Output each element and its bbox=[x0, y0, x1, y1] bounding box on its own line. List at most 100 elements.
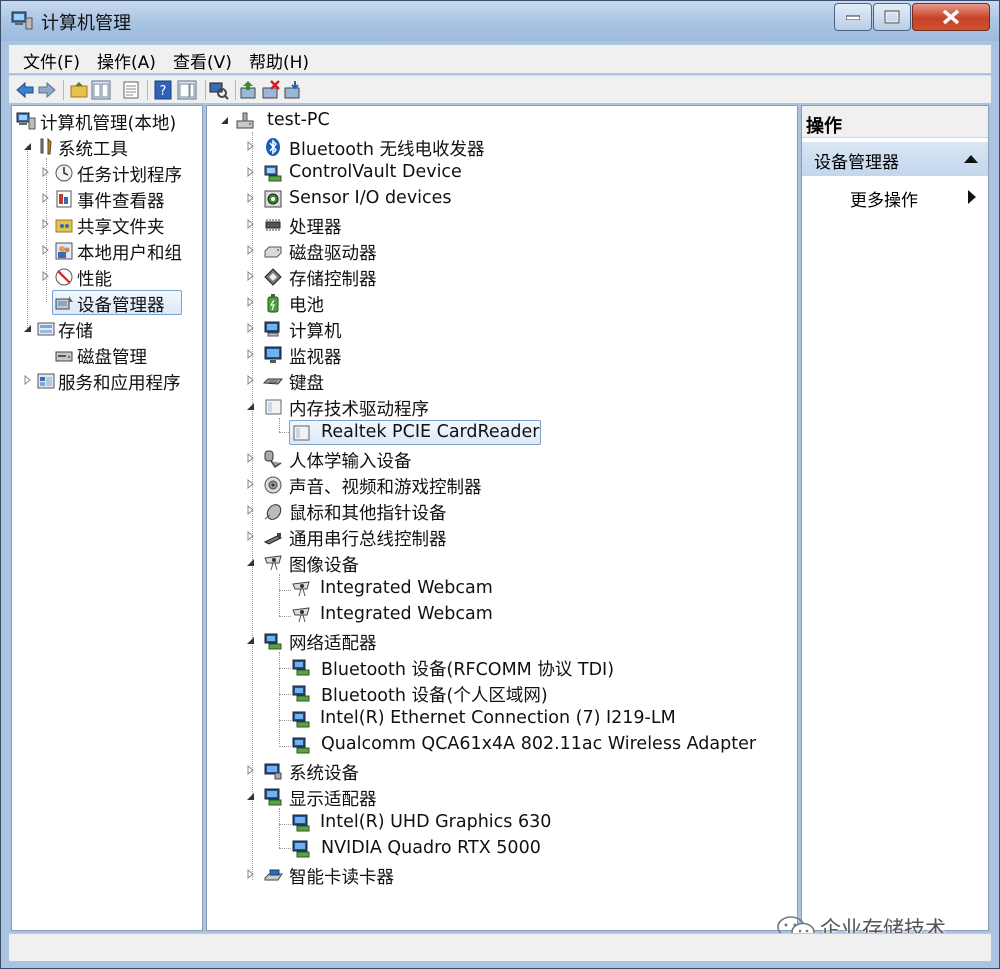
tree-item-device-manager[interactable]: 设备管理器 bbox=[40, 290, 202, 316]
category-display-adapters[interactable]: 显示适配器 bbox=[243, 784, 783, 810]
device-intel-uhd[interactable]: Intel(R) UHD Graphics 630 bbox=[291, 810, 771, 836]
expand-arrow-icon[interactable] bbox=[22, 375, 32, 385]
category-mice[interactable]: 鼠标和其他指针设备 bbox=[243, 498, 783, 524]
device-intel-ethernet[interactable]: Intel(R) Ethernet Connection (7) I219-LM bbox=[291, 706, 771, 732]
menu-file[interactable]: 文件(F) bbox=[19, 48, 84, 73]
expand-arrow-icon[interactable] bbox=[245, 765, 255, 775]
minimize-button[interactable] bbox=[834, 3, 872, 31]
device-realtek-cardreader[interactable]: Realtek PCIE CardReader bbox=[289, 420, 551, 446]
category-disk-drives[interactable]: 磁盘驱动器 bbox=[243, 238, 783, 264]
category-system-devices[interactable]: 系统设备 bbox=[243, 758, 783, 784]
up-folder-icon[interactable] bbox=[69, 80, 89, 100]
expand-arrow-icon[interactable] bbox=[40, 167, 50, 177]
device-qualcomm-wireless[interactable]: Qualcomm QCA61x4A 802.11ac Wireless Adap… bbox=[291, 732, 781, 758]
category-bluetooth[interactable]: Bluetooth 无线电收发器 bbox=[243, 134, 783, 160]
actions-header: 操作 bbox=[802, 106, 988, 138]
scan-hardware-icon[interactable] bbox=[209, 80, 229, 100]
device-tree-pane[interactable]: test-PC Bluetooth 无线电收发器 ControlVault De… bbox=[206, 105, 798, 931]
expand-arrow-icon[interactable] bbox=[245, 141, 255, 151]
category-batteries[interactable]: 电池 bbox=[243, 290, 783, 316]
menu-action[interactable]: 操作(A) bbox=[93, 48, 160, 73]
category-processors[interactable]: 处理器 bbox=[243, 212, 783, 238]
category-storage-controllers[interactable]: 存储控制器 bbox=[243, 264, 783, 290]
collapse-arrow-icon[interactable] bbox=[245, 401, 255, 411]
actions-section-device-manager[interactable]: 设备管理器 bbox=[802, 142, 988, 176]
expand-arrow-icon[interactable] bbox=[245, 505, 255, 515]
expand-arrow-icon[interactable] bbox=[245, 167, 255, 177]
submenu-arrow-icon[interactable] bbox=[968, 190, 976, 204]
expand-arrow-icon[interactable] bbox=[245, 453, 255, 463]
title-bar[interactable]: 计算机管理 bbox=[1, 1, 999, 41]
forward-arrow-icon[interactable] bbox=[37, 80, 57, 100]
tree-item-task-scheduler[interactable]: 任务计划程序 bbox=[40, 160, 202, 186]
device-tree-root[interactable]: test-PC bbox=[217, 108, 777, 134]
category-imaging[interactable]: 图像设备 bbox=[243, 550, 783, 576]
expand-arrow-icon[interactable] bbox=[245, 219, 255, 229]
collapse-arrow-icon[interactable] bbox=[219, 115, 229, 125]
action-pane-icon[interactable] bbox=[177, 80, 197, 100]
expand-arrow-icon[interactable] bbox=[40, 193, 50, 203]
expand-arrow-icon[interactable] bbox=[40, 271, 50, 281]
uninstall-device-icon[interactable] bbox=[261, 80, 281, 100]
category-sound-video[interactable]: 声音、视频和游戏控制器 bbox=[243, 472, 783, 498]
tree-item-event-viewer[interactable]: 事件查看器 bbox=[40, 186, 202, 212]
maximize-button[interactable] bbox=[873, 3, 911, 31]
enable-device-icon[interactable] bbox=[283, 80, 303, 100]
expand-arrow-icon[interactable] bbox=[245, 323, 255, 333]
show-hide-tree-icon[interactable] bbox=[91, 80, 111, 100]
menu-view[interactable]: 查看(V) bbox=[169, 48, 236, 73]
category-keyboards[interactable]: 键盘 bbox=[243, 368, 783, 394]
expand-arrow-icon[interactable] bbox=[245, 271, 255, 281]
category-memory-technology[interactable]: 内存技术驱动程序 bbox=[243, 394, 783, 420]
collapse-arrow-icon[interactable] bbox=[22, 141, 32, 151]
expand-arrow-icon[interactable] bbox=[245, 479, 255, 489]
tree-item-storage[interactable]: 存储 bbox=[20, 316, 202, 342]
expand-arrow-icon[interactable] bbox=[245, 531, 255, 541]
expand-arrow-icon[interactable] bbox=[245, 869, 255, 879]
device-bluetooth-pan[interactable]: Bluetooth 设备(个人区域网) bbox=[291, 680, 771, 706]
more-actions-item[interactable]: 更多操作 bbox=[850, 186, 918, 211]
tree-label: 本地用户和组 bbox=[77, 244, 182, 264]
category-network-adapters[interactable]: 网络适配器 bbox=[243, 628, 783, 654]
tree-item-performance[interactable]: 性能 bbox=[40, 264, 202, 290]
expand-arrow-icon[interactable] bbox=[40, 245, 50, 255]
category-smart-card-readers[interactable]: 智能卡读卡器 bbox=[243, 862, 783, 888]
expand-arrow-icon[interactable] bbox=[245, 297, 255, 307]
memory-card-icon bbox=[293, 425, 310, 441]
sensor-icon bbox=[264, 190, 282, 208]
collapse-arrow-icon[interactable] bbox=[22, 323, 32, 333]
memory-card-icon bbox=[265, 399, 282, 415]
device-nvidia-quadro[interactable]: NVIDIA Quadro RTX 5000 bbox=[291, 836, 771, 862]
device-webcam-2[interactable]: Integrated Webcam bbox=[291, 602, 551, 628]
category-hid[interactable]: 人体学输入设备 bbox=[243, 446, 783, 472]
menu-help[interactable]: 帮助(H) bbox=[245, 48, 313, 73]
collapse-arrow-icon[interactable] bbox=[245, 557, 255, 567]
navigation-tree-pane[interactable]: 计算机管理(本地) 系统工具 任务计划程序 事件查看器 共享文件夹 本地用户和组 bbox=[11, 105, 203, 931]
update-driver-icon[interactable] bbox=[239, 80, 259, 100]
properties-icon[interactable] bbox=[121, 80, 141, 100]
device-bluetooth-rfcomm[interactable]: Bluetooth 设备(RFCOMM 协议 TDI) bbox=[291, 654, 771, 680]
tree-item-shared-folders[interactable]: 共享文件夹 bbox=[40, 212, 202, 238]
collapse-arrow-icon[interactable] bbox=[245, 635, 255, 645]
tree-item-computer-management[interactable]: 计算机管理(本地) bbox=[16, 108, 202, 134]
category-sensor-io[interactable]: Sensor I/O devices bbox=[243, 186, 783, 212]
expand-arrow-icon[interactable] bbox=[245, 193, 255, 203]
tree-item-disk-management[interactable]: 磁盘管理 bbox=[40, 342, 202, 368]
expand-arrow-icon[interactable] bbox=[245, 245, 255, 255]
category-usb-controllers[interactable]: 通用串行总线控制器 bbox=[243, 524, 783, 550]
tree-item-local-users[interactable]: 本地用户和组 bbox=[40, 238, 202, 264]
tree-item-services-apps[interactable]: 服务和应用程序 bbox=[20, 368, 202, 394]
expand-arrow-icon[interactable] bbox=[245, 375, 255, 385]
back-arrow-icon[interactable] bbox=[15, 80, 35, 100]
close-button[interactable] bbox=[912, 3, 990, 31]
category-controlvault[interactable]: ControlVault Device bbox=[243, 160, 783, 186]
category-computer[interactable]: 计算机 bbox=[243, 316, 783, 342]
expand-arrow-icon[interactable] bbox=[245, 349, 255, 359]
category-monitors[interactable]: 监视器 bbox=[243, 342, 783, 368]
device-webcam-1[interactable]: Integrated Webcam bbox=[291, 576, 551, 602]
help-icon[interactable]: ? bbox=[153, 80, 173, 100]
collapse-arrow-icon[interactable] bbox=[245, 791, 255, 801]
collapse-up-icon[interactable] bbox=[964, 154, 978, 163]
expand-arrow-icon[interactable] bbox=[40, 219, 50, 229]
tree-item-system-tools[interactable]: 系统工具 bbox=[20, 134, 202, 160]
